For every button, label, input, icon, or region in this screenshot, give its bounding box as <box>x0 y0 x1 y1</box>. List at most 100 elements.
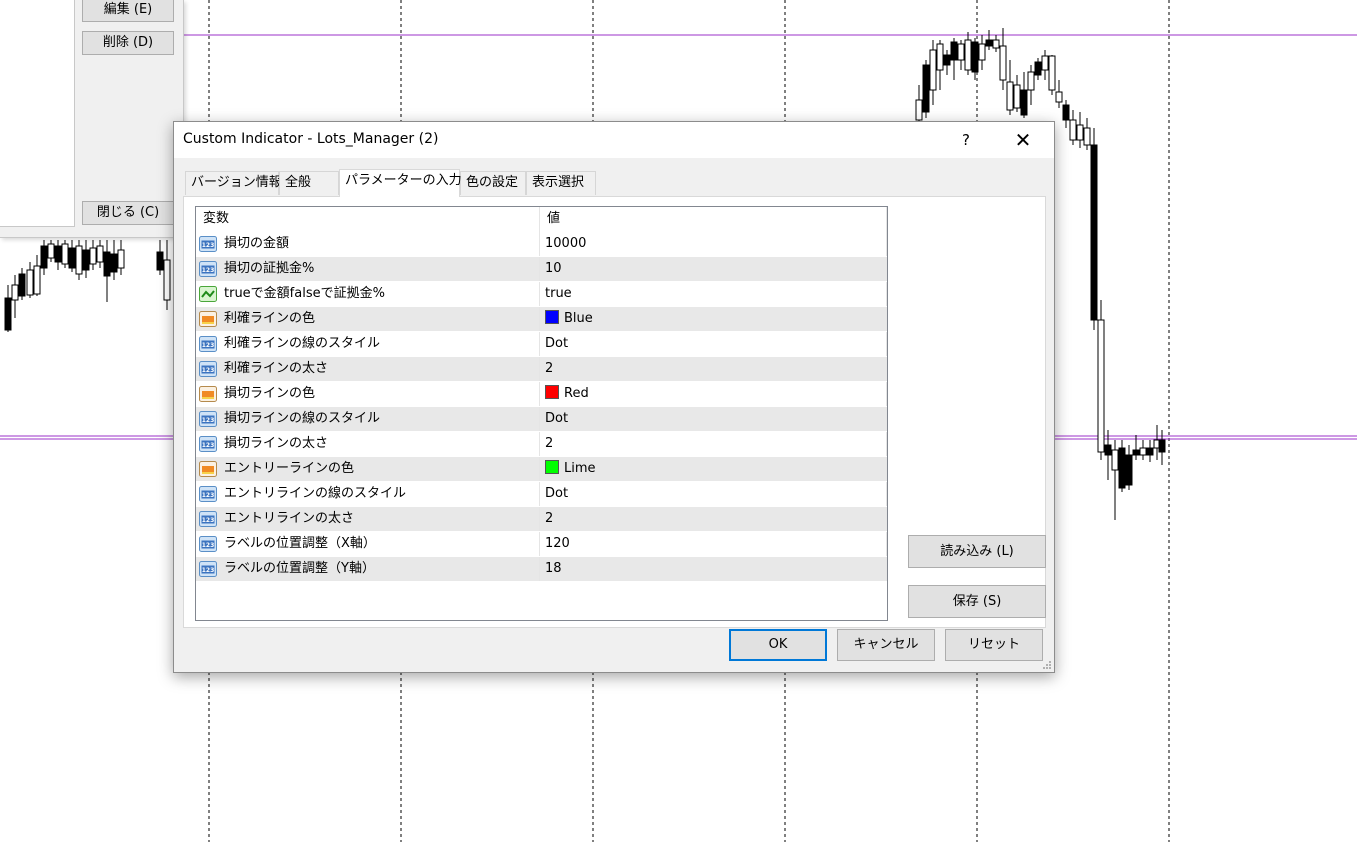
parameter-name-cell[interactable]: 123 損切の金額 <box>196 232 540 256</box>
candle-body <box>103 251 111 277</box>
parameter-row[interactable]: 123 損切ラインの太さ 2 <box>196 432 887 457</box>
parameter-name-cell[interactable]: 利確ラインの色 <box>196 307 540 331</box>
svg-text:123: 123 <box>202 492 215 499</box>
candle-body <box>1083 127 1091 146</box>
column-header-value[interactable]: 値 <box>540 207 887 232</box>
parameter-value-cell[interactable]: Red <box>540 382 887 406</box>
parameter-value-cell[interactable]: Blue <box>540 307 887 331</box>
candle-body <box>1104 444 1112 456</box>
candle-body <box>156 251 164 271</box>
parameter-row[interactable]: 123 エントリラインの太さ 2 <box>196 507 887 532</box>
svg-text:123: 123 <box>202 567 215 574</box>
parameter-row[interactable]: 123 エントリラインの線のスタイル Dot <box>196 482 887 507</box>
parameter-name-cell[interactable]: 123 ラベルの位置調整（Y軸） <box>196 557 540 581</box>
candle-body <box>96 245 104 263</box>
parameter-row[interactable]: 123 損切の金額 10000 <box>196 232 887 257</box>
parameter-row[interactable]: 利確ラインの色 Blue <box>196 307 887 332</box>
parameter-value-cell[interactable]: 18 <box>540 557 887 581</box>
candle-body <box>992 39 1000 49</box>
close-icon[interactable]: ✕ <box>1010 128 1036 152</box>
candle-body <box>18 273 26 297</box>
ok-button[interactable]: OK <box>729 629 827 661</box>
parameter-name: エントリラインの太さ <box>224 511 355 526</box>
tab-version-info[interactable]: バージョン情報 <box>185 171 282 195</box>
candle-body <box>1158 439 1166 453</box>
reset-button[interactable]: リセット <box>945 629 1043 661</box>
tab-visualization[interactable]: 表示選択 <box>526 171 596 195</box>
parameter-row[interactable]: trueで金額falseで証拠金% true <box>196 282 887 307</box>
parameter-name: 損切ラインの色 <box>224 386 316 401</box>
parameter-value-cell[interactable]: Dot <box>540 482 887 506</box>
candle-body <box>915 99 923 121</box>
candle-body <box>33 265 41 295</box>
parameter-row[interactable]: 123 損切ラインの線のスタイル Dot <box>196 407 887 432</box>
parameter-name-cell[interactable]: 123 利確ラインの線のスタイル <box>196 332 540 356</box>
parameter-row[interactable]: 損切ラインの色 Red <box>196 382 887 407</box>
cancel-button[interactable]: キャンセル <box>837 629 935 661</box>
parameter-value-cell[interactable]: Lime <box>540 457 887 481</box>
parameter-row[interactable]: エントリーラインの色 Lime <box>196 457 887 482</box>
candle-body <box>1118 447 1126 489</box>
parameter-value-cell[interactable]: Dot <box>540 407 887 431</box>
delete-button[interactable]: 削除 (D) <box>82 31 174 55</box>
number-icon: 123 <box>199 361 217 377</box>
parameter-name-cell[interactable]: 123 エントリラインの線のスタイル <box>196 482 540 506</box>
parameter-name-cell[interactable]: 123 エントリラインの太さ <box>196 507 540 531</box>
table-header: 変数 値 <box>196 207 887 232</box>
parameter-name-cell[interactable]: 123 損切ラインの太さ <box>196 432 540 456</box>
help-button[interactable]: ? <box>954 128 978 152</box>
resize-grip-icon[interactable] <box>1042 660 1052 670</box>
parameter-name-cell[interactable]: 123 損切の証拠金% <box>196 257 540 281</box>
candle-body <box>971 41 979 73</box>
candle-body <box>1097 319 1105 453</box>
svg-text:123: 123 <box>202 367 215 374</box>
parameter-value-cell[interactable]: true <box>540 282 887 306</box>
parameter-name-cell[interactable]: trueで金額falseで証拠金% <box>196 282 540 306</box>
svg-text:123: 123 <box>202 417 215 424</box>
title-bar[interactable]: Custom Indicator - Lots_Manager (2) ? ✕ <box>174 122 1054 158</box>
candle-body <box>47 243 55 259</box>
parameter-name-cell[interactable]: 123 利確ラインの太さ <box>196 357 540 381</box>
parameter-value-cell[interactable]: Dot <box>540 332 887 356</box>
candle-body <box>1146 447 1154 456</box>
parameter-value-cell[interactable]: 10 <box>540 257 887 281</box>
tab-general[interactable]: 全般 <box>279 171 339 195</box>
candle-body <box>1041 55 1049 71</box>
svg-text:123: 123 <box>202 517 215 524</box>
parameter-row[interactable]: 123 利確ラインの太さ 2 <box>196 357 887 382</box>
parameter-name: ラベルの位置調整（Y軸） <box>224 561 375 576</box>
parameter-value-cell[interactable]: 10000 <box>540 232 887 256</box>
parameter-row[interactable]: 123 利確ラインの線のスタイル Dot <box>196 332 887 357</box>
parameter-value-cell[interactable]: 2 <box>540 432 887 456</box>
parameter-value-cell[interactable]: 120 <box>540 532 887 556</box>
parameter-row[interactable]: 123 損切の証拠金% 10 <box>196 257 887 282</box>
parameter-name-cell[interactable]: エントリーラインの色 <box>196 457 540 481</box>
number-icon: 123 <box>199 511 217 527</box>
save-button[interactable]: 保存 (S) <box>908 585 1046 618</box>
parameter-name-cell[interactable]: 123 損切ラインの線のスタイル <box>196 407 540 431</box>
candle-body <box>936 43 944 71</box>
parameter-value-cell[interactable]: 2 <box>540 507 887 531</box>
parameter-name: 損切の金額 <box>224 236 290 251</box>
parameter-row[interactable]: 123 ラベルの位置調整（Y軸） 18 <box>196 557 887 582</box>
tab-colors[interactable]: 色の設定 <box>460 171 526 195</box>
close-panel-button[interactable]: 閉じる (C) <box>82 201 174 225</box>
parameter-value: true <box>545 286 572 301</box>
color-icon <box>199 311 217 327</box>
parameter-row[interactable]: 123 ラベルの位置調整（X軸） 120 <box>196 532 887 557</box>
load-button[interactable]: 読み込み (L) <box>908 535 1046 568</box>
parameter-name-cell[interactable]: 123 ラベルの位置調整（X軸） <box>196 532 540 556</box>
candle-body <box>1055 91 1063 103</box>
column-header-variable[interactable]: 変数 <box>196 207 540 232</box>
candle-body <box>1027 71 1035 91</box>
edit-button[interactable]: 編集 (E) <box>82 0 174 22</box>
candle-body <box>68 247 76 269</box>
candle-body <box>1069 119 1077 141</box>
tab-inputs[interactable]: パラメーターの入力 <box>339 169 462 197</box>
parameter-value-cell[interactable]: 2 <box>540 357 887 381</box>
candle-body <box>4 297 12 331</box>
parameter-name-cell[interactable]: 損切ラインの色 <box>196 382 540 406</box>
candle-body <box>1013 84 1021 109</box>
parameter-value: Red <box>564 386 589 401</box>
number-icon: 123 <box>199 261 217 277</box>
